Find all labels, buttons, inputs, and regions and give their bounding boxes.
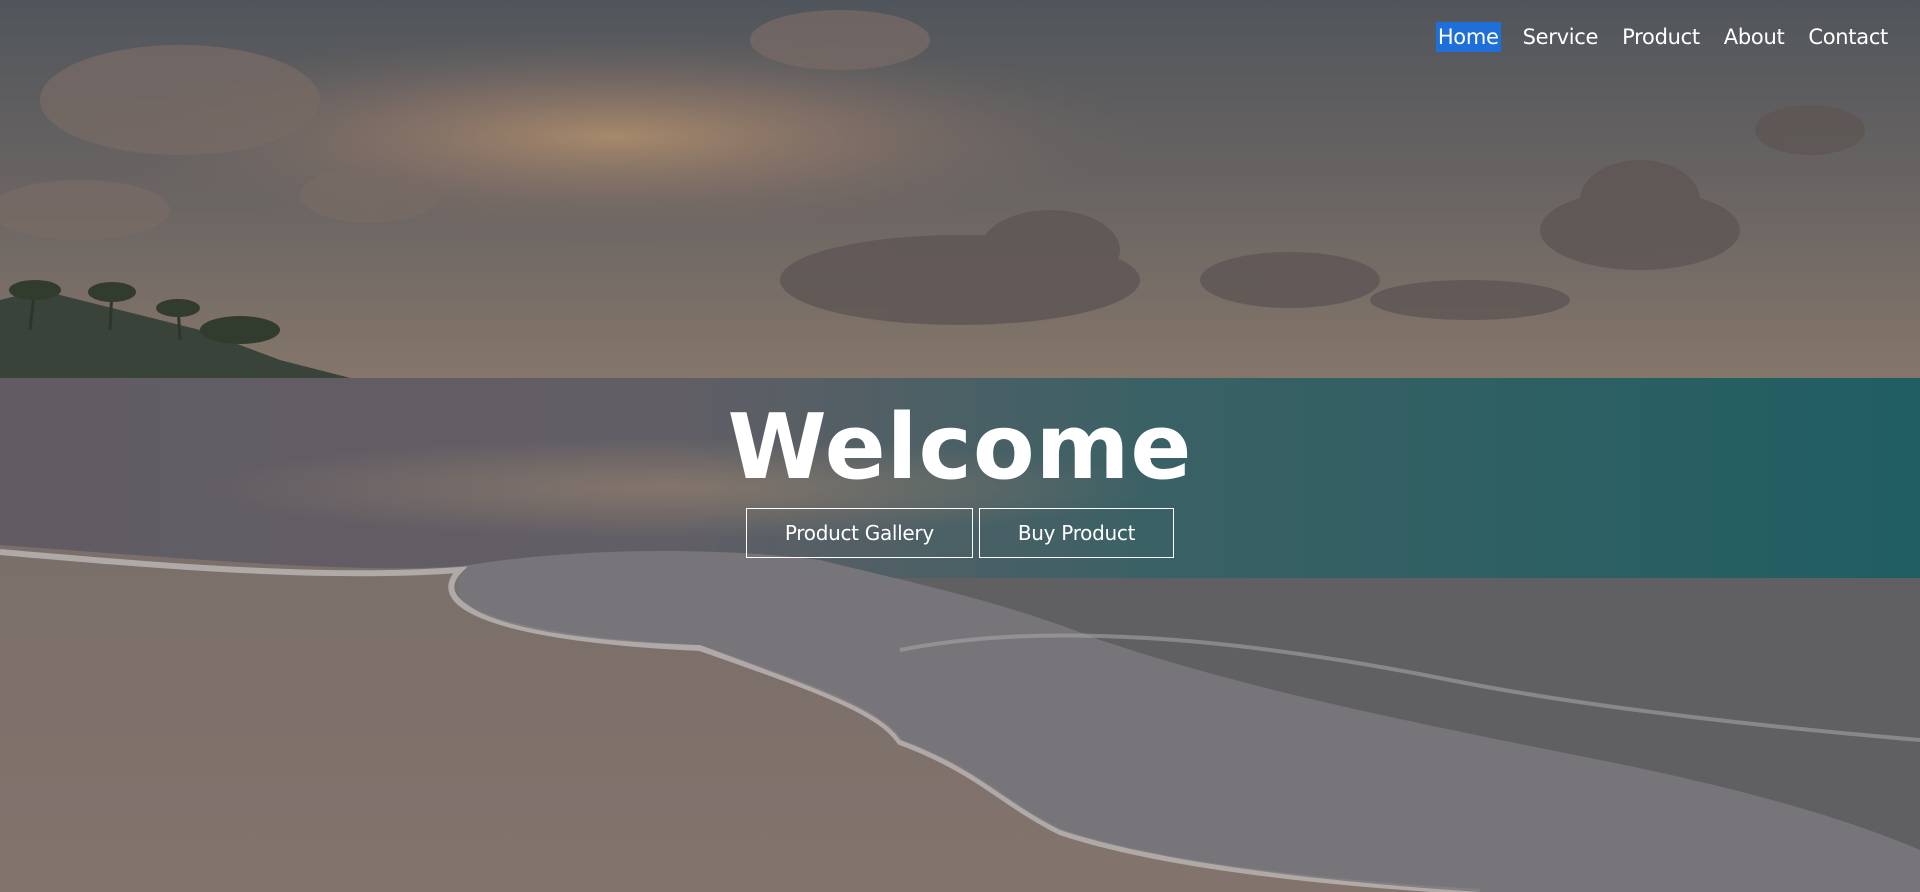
top-nav: Home Service Product About Contact <box>1416 22 1890 52</box>
nav-item-about[interactable]: About <box>1722 22 1787 52</box>
nav-item-contact[interactable]: Contact <box>1806 22 1890 52</box>
hero-content: Welcome Product Gallery Buy Product <box>0 398 1920 558</box>
nav-item-home[interactable]: Home <box>1435 22 1501 52</box>
nav-item-service[interactable]: Service <box>1521 22 1601 52</box>
hero-title: Welcome <box>727 395 1193 500</box>
hero-section: Home Service Product About Contact Welco… <box>0 0 1920 892</box>
buy-product-button[interactable]: Buy Product <box>978 508 1175 558</box>
hero-buttons: Product Gallery Buy Product <box>0 508 1920 558</box>
nav-item-product[interactable]: Product <box>1620 22 1702 52</box>
product-gallery-button[interactable]: Product Gallery <box>745 508 973 558</box>
